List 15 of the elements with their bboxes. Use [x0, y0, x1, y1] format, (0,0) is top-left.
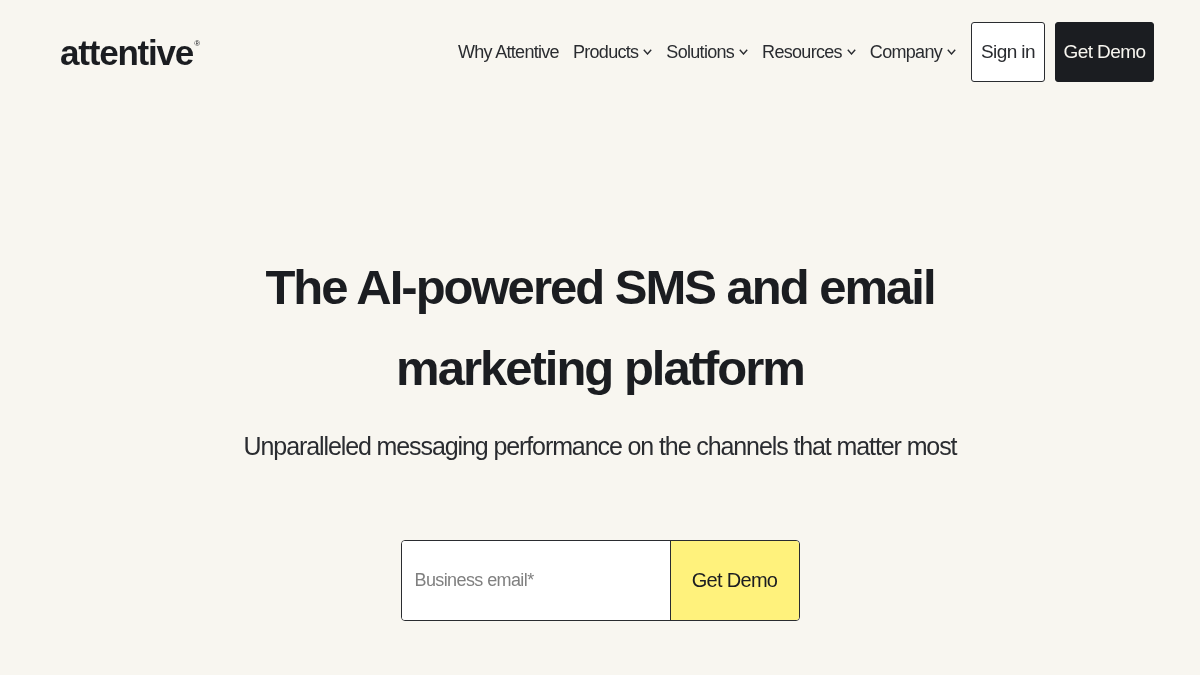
hero-subtitle: Unparalleled messaging performance on the channels that matter most: [243, 431, 957, 461]
chevron-down-icon: [643, 49, 653, 55]
logo[interactable]: attentive: [60, 34, 194, 70]
nav-link[interactable]: Why Attentive: [457, 41, 559, 63]
nav-dropdown[interactable]: Products: [572, 41, 653, 63]
nav-dropdown[interactable]: Resources: [762, 41, 856, 63]
chevron-down-icon: [846, 49, 856, 55]
nav-dropdown[interactable]: Solutions: [666, 41, 749, 63]
registered-mark: ®: [194, 38, 201, 48]
chevron-down-icon: [947, 49, 956, 55]
demo-button[interactable]: Get Demo: [1055, 22, 1154, 82]
sign-in-button[interactable]: Sign in: [971, 22, 1045, 82]
nav-dropdown[interactable]: Company: [869, 41, 956, 63]
hero-title: The AI-powered SMS and email marketing platform: [264, 259, 936, 397]
chevron-down-icon: [739, 49, 749, 55]
